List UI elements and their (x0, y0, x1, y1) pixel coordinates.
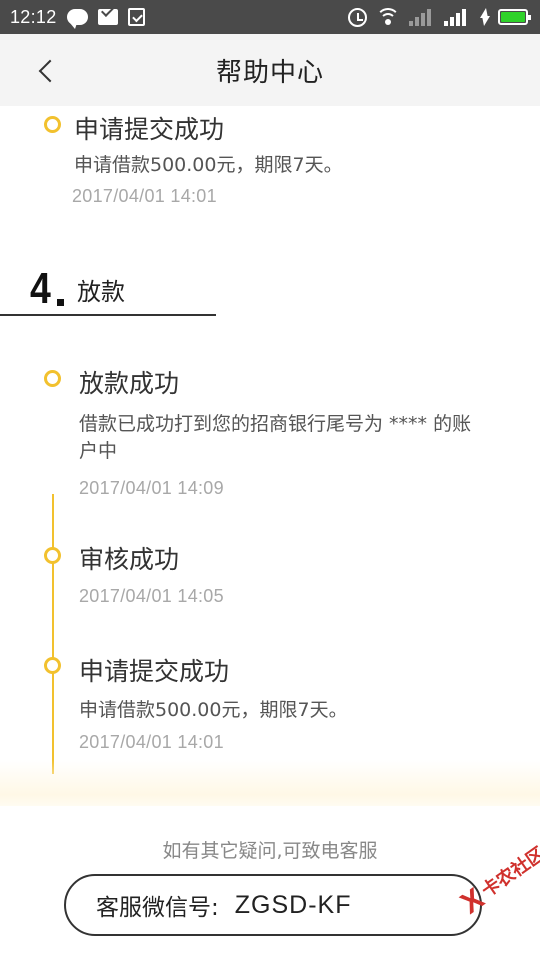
back-button[interactable] (26, 48, 66, 92)
timeline-line (52, 494, 54, 774)
page-title: 帮助中心 (215, 57, 324, 88)
signal-4g-icon (409, 8, 435, 26)
event-desc: 借款已成功打到您的招商银行尾号为 **** 的账户中 (79, 413, 472, 462)
status-bar: 12:12 (0, 0, 540, 34)
section-number-dot (57, 299, 64, 306)
mail-icon (97, 9, 118, 25)
fade-band (0, 760, 540, 810)
event-title: 审核成功 (79, 545, 180, 574)
charging-icon (479, 8, 490, 26)
wifi-icon (376, 8, 400, 26)
event-time: 2017/04/01 14:05 (79, 586, 224, 606)
status-bar-left: 12:12 (10, 6, 145, 29)
event-title: 放款成功 (79, 369, 180, 398)
timeline-dot (44, 116, 61, 133)
nav-bar: 帮助中心 (0, 34, 540, 106)
section-number: 4 (30, 264, 51, 313)
section-title: 放款 (77, 278, 125, 306)
section-divider (0, 314, 216, 316)
wechat-id-box[interactable]: 客服微信号: ZGSD-KF (64, 874, 482, 936)
alarm-icon (348, 7, 367, 27)
wechat-label: 客服微信号: (96, 895, 219, 921)
event-time: 2017/04/01 14:01 (79, 732, 224, 752)
event-time: 2017/04/01 14:09 (79, 478, 224, 498)
timeline-dot (44, 547, 61, 564)
signal-icon (444, 8, 470, 26)
timeline-dot (44, 657, 61, 674)
event-time: 2017/04/01 14:01 (72, 186, 217, 206)
wechat-id: ZGSD-KF (234, 890, 352, 919)
event-desc: 申请借款500.00元，期限7天。 (74, 154, 343, 176)
event-desc: 申请借款500.00元，期限7天。 (79, 699, 348, 721)
event-title: 申请提交成功 (79, 657, 230, 686)
chat-icon (66, 9, 88, 29)
status-time: 12:12 (10, 6, 57, 27)
battery-icon (498, 9, 531, 25)
event-title: 申请提交成功 (74, 115, 225, 144)
timeline-dot (44, 370, 61, 387)
status-bar-right (348, 7, 531, 27)
content-area[interactable]: 申请提交成功 申请借款500.00元，期限7天。 2017/04/01 14:0… (0, 106, 540, 806)
battery-fill (501, 12, 525, 22)
shield-icon (127, 8, 145, 26)
